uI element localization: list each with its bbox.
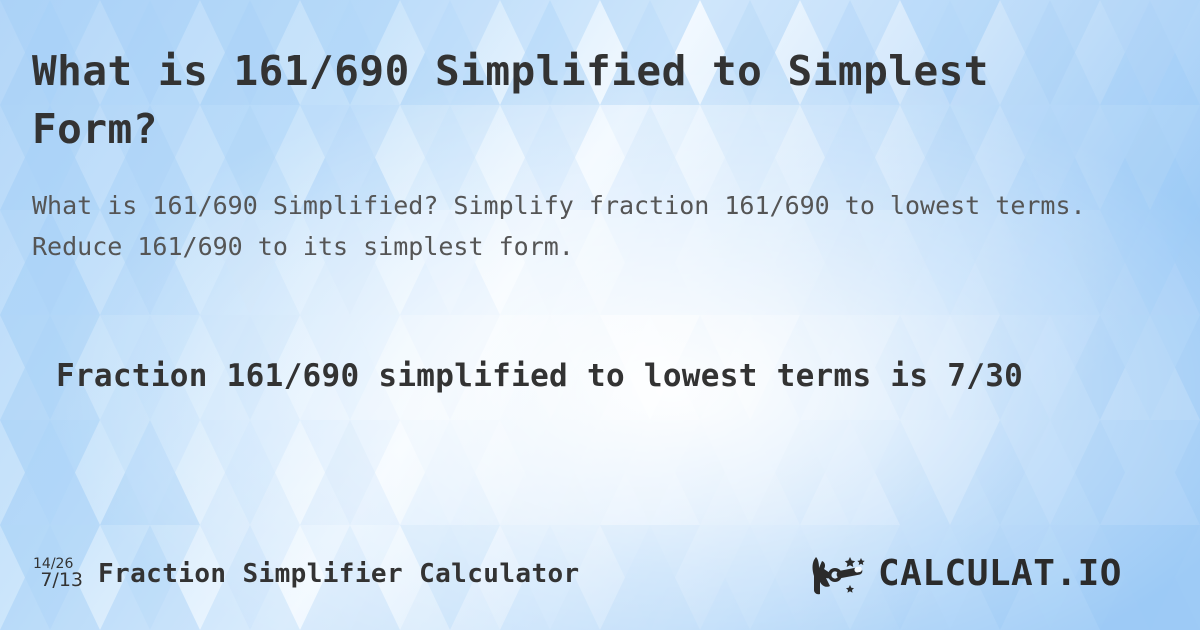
- page-subtitle: What is 161/690 Simplified? Simplify fra…: [32, 191, 1086, 261]
- magic-wand-hand-icon: [812, 557, 865, 595]
- fraction-reduce-icon-bottom: 7/13: [40, 569, 83, 592]
- calculatio-wordmark: CALCULAT.IO: [878, 554, 1122, 594]
- page-content: What is 161/690 Simplified to Simplest F…: [0, 0, 1200, 630]
- calculatio-logo[interactable]: CALCULAT.IO: [810, 552, 1168, 596]
- footer-brand: 14/26 7/13 Fraction Simplifier Calculato…: [32, 556, 580, 592]
- calculatio-wordmark-text: CALCULAT.IO: [878, 554, 1122, 594]
- fraction-reduce-icon: 14/26 7/13: [32, 556, 84, 592]
- result-statement: Fraction 161/690 simplified to lowest te…: [56, 358, 1024, 394]
- footer: 14/26 7/13 Fraction Simplifier Calculato…: [0, 546, 1200, 602]
- footer-label: Fraction Simplifier Calculator: [98, 559, 580, 589]
- page-title: What is 161/690 Simplified to Simplest F…: [32, 47, 989, 154]
